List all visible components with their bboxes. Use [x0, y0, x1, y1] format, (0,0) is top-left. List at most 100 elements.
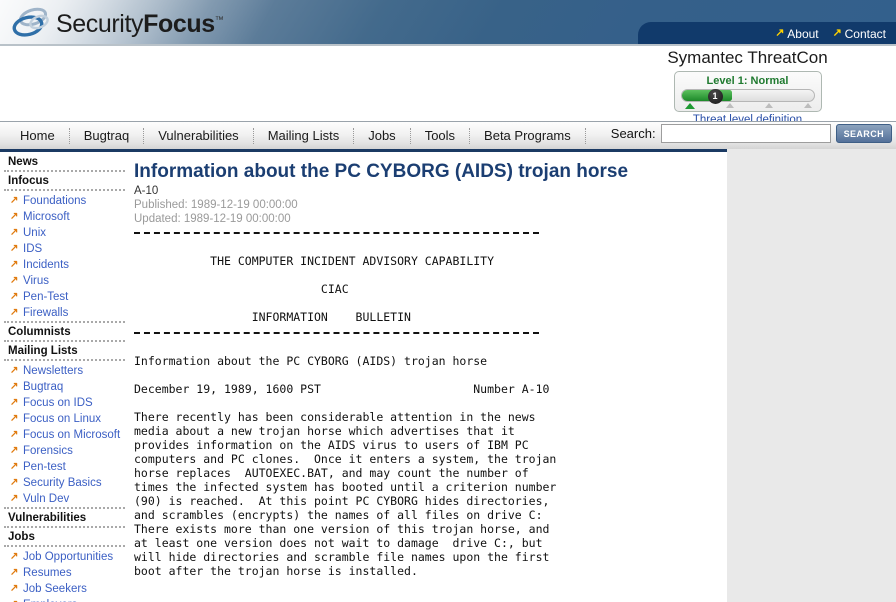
threatcon-tick-3-icon	[765, 103, 774, 108]
sidebar-item-pen-test-list[interactable]: Pen-test	[4, 459, 127, 475]
sidebar-heading-news[interactable]: News	[4, 155, 127, 170]
sidebar-heading-mailing-lists[interactable]: Mailing Lists	[4, 344, 127, 359]
arrow-bullet-icon	[10, 291, 18, 303]
sidebar-item-label: Firewalls	[23, 307, 69, 319]
search-input[interactable]	[660, 124, 831, 143]
sidebar-item-vuln-dev[interactable]: Vuln Dev	[4, 491, 127, 507]
nav-item-tools[interactable]: Tools	[411, 123, 469, 149]
arrow-bullet-icon	[10, 275, 18, 287]
arrow-bullet-icon	[10, 477, 18, 489]
sidebar-heading-infocus[interactable]: Infocus	[4, 174, 127, 189]
sidebar-divider	[4, 170, 125, 172]
sidebar-item-bugtraq[interactable]: Bugtraq	[4, 379, 127, 395]
sidebar-item-security-basics[interactable]: Security Basics	[4, 475, 127, 491]
sidebar-divider	[4, 545, 125, 547]
arrow-bullet-icon	[10, 551, 18, 563]
sidebar-divider	[4, 359, 125, 361]
threatcon-gauge: 1	[680, 89, 815, 104]
about-link[interactable]: About	[775, 27, 818, 41]
nav-item-jobs[interactable]: Jobs	[354, 123, 409, 149]
search-button[interactable]: SEARCH	[835, 124, 892, 143]
arrow-bullet-icon	[10, 195, 18, 207]
sidebar-item-virus[interactable]: Virus	[4, 273, 127, 289]
sidebar-item-focus-on-ids[interactable]: Focus on IDS	[4, 395, 127, 411]
sidebar-heading-columnists[interactable]: Columnists	[4, 325, 127, 340]
sidebar-item-incidents[interactable]: Incidents	[4, 257, 127, 273]
arrow-bullet-icon	[10, 211, 18, 223]
sidebar-item-microsoft[interactable]: Microsoft	[4, 209, 127, 225]
arrow-bullet-icon	[10, 307, 18, 319]
threatcon-gauge-box[interactable]: Level 1: Normal 1	[673, 71, 822, 112]
arrow-bullet-icon	[10, 227, 18, 239]
sidebar-item-pen-test[interactable]: Pen-Test	[4, 289, 127, 305]
arrow-bullet-icon	[10, 461, 18, 473]
arrow-bullet-icon	[10, 397, 18, 409]
logo-text-bold: Focus	[143, 9, 215, 38]
sidebar-item-firewalls[interactable]: Firewalls	[4, 305, 127, 321]
sidebar-item-job-opportunities[interactable]: Job Opportunities	[4, 549, 127, 565]
sidebar-item-label: Employers	[23, 598, 77, 602]
sidebar-item-foundations[interactable]: Foundations	[4, 193, 127, 209]
sidebar-item-resumes[interactable]: Resumes	[4, 565, 127, 581]
page-title: Information about the PC CYBORG (AIDS) t…	[134, 161, 629, 182]
bulletin-bottom-rule	[134, 332, 539, 334]
sidebar-item-focus-on-microsoft[interactable]: Focus on Microsoft	[4, 427, 127, 443]
sidebar-item-focus-on-linux[interactable]: Focus on Linux	[4, 411, 127, 427]
sidebar-item-label: Foundations	[23, 195, 87, 207]
arrow-bullet-icon	[10, 413, 18, 425]
left-sidebar: News Infocus Foundations Microsoft Unix …	[0, 155, 127, 602]
securityfocus-logo[interactable]: SecurityFocus™	[12, 4, 224, 42]
document-published-date: Published: 1989-12-19 00:00:00	[134, 199, 298, 211]
threatcon-tick-2-icon	[725, 103, 734, 108]
about-link-label: About	[787, 27, 819, 41]
right-column	[727, 149, 896, 602]
nav-separator	[584, 127, 586, 144]
utility-nav: About Contact	[638, 22, 896, 46]
sidebar-item-unix[interactable]: Unix	[4, 225, 127, 241]
sidebar-item-label: Vuln Dev	[23, 493, 70, 505]
sidebar-heading-jobs[interactable]: Jobs	[4, 530, 127, 545]
logo-swirl-icon	[12, 6, 54, 40]
bulletin-top-rule	[134, 232, 539, 234]
sidebar-item-newsletters[interactable]: Newsletters	[4, 363, 127, 379]
bulletin-body-text: Information about the PC CYBORG (AIDS) t…	[134, 354, 557, 578]
sidebar-item-label: IDS	[23, 243, 43, 255]
nav-item-mailing-lists[interactable]: Mailing Lists	[254, 123, 354, 149]
sidebar-divider	[4, 526, 125, 528]
nav-item-list: Home Bugtraq Vulnerabilities Mailing Lis…	[0, 123, 586, 149]
sidebar-item-label: Virus	[23, 275, 49, 287]
threatcon-level-text: Level 1: Normal	[706, 75, 789, 87]
arrow-link-icon	[833, 29, 842, 38]
sidebar-item-label: Forensics	[23, 445, 73, 457]
sidebar-heading-vulnerabilities[interactable]: Vulnerabilities	[4, 511, 127, 526]
threatcon-title: Symantec ThreatCon	[667, 48, 828, 67]
bulletin-header-text: THE COMPUTER INCIDENT ADVISORY CAPABILIT…	[210, 254, 495, 324]
logo-wordmark: SecurityFocus™	[56, 9, 224, 38]
sidebar-item-ids[interactable]: IDS	[4, 241, 127, 257]
threatcon-tick-1-icon	[684, 103, 695, 109]
arrow-bullet-icon	[10, 493, 18, 505]
arrow-bullet-icon	[10, 243, 18, 255]
sidebar-item-label: Focus on Microsoft	[23, 429, 121, 441]
sidebar-item-label: Microsoft	[23, 211, 70, 223]
threatcon-level-badge: 1	[707, 89, 723, 104]
page-root: SecurityFocus™ About Contact Symantec Th…	[0, 0, 896, 602]
sidebar-item-label: Job Opportunities	[23, 551, 114, 563]
arrow-bullet-icon	[10, 381, 18, 393]
document-updated-date: Updated: 1989-12-19 00:00:00	[134, 213, 291, 225]
nav-item-beta-programs[interactable]: Beta Programs	[470, 123, 585, 149]
nav-item-home[interactable]: Home	[6, 123, 69, 149]
nav-item-vulnerabilities[interactable]: Vulnerabilities	[144, 123, 252, 149]
nav-item-bugtraq[interactable]: Bugtraq	[70, 123, 144, 149]
sidebar-item-forensics[interactable]: Forensics	[4, 443, 127, 459]
arrow-link-icon	[775, 29, 784, 38]
contact-link[interactable]: Contact	[833, 27, 886, 41]
arrow-bullet-icon	[10, 583, 18, 595]
sidebar-divider	[4, 340, 125, 342]
sidebar-item-label: Unix	[23, 227, 47, 239]
sidebar-item-employers[interactable]: Employers	[4, 597, 127, 602]
sidebar-item-job-seekers[interactable]: Job Seekers	[4, 581, 127, 597]
site-header: SecurityFocus™ About Contact	[0, 0, 896, 46]
main-content: Information about the PC CYBORG (AIDS) t…	[128, 155, 727, 602]
sidebar-item-label: Newsletters	[23, 365, 84, 377]
